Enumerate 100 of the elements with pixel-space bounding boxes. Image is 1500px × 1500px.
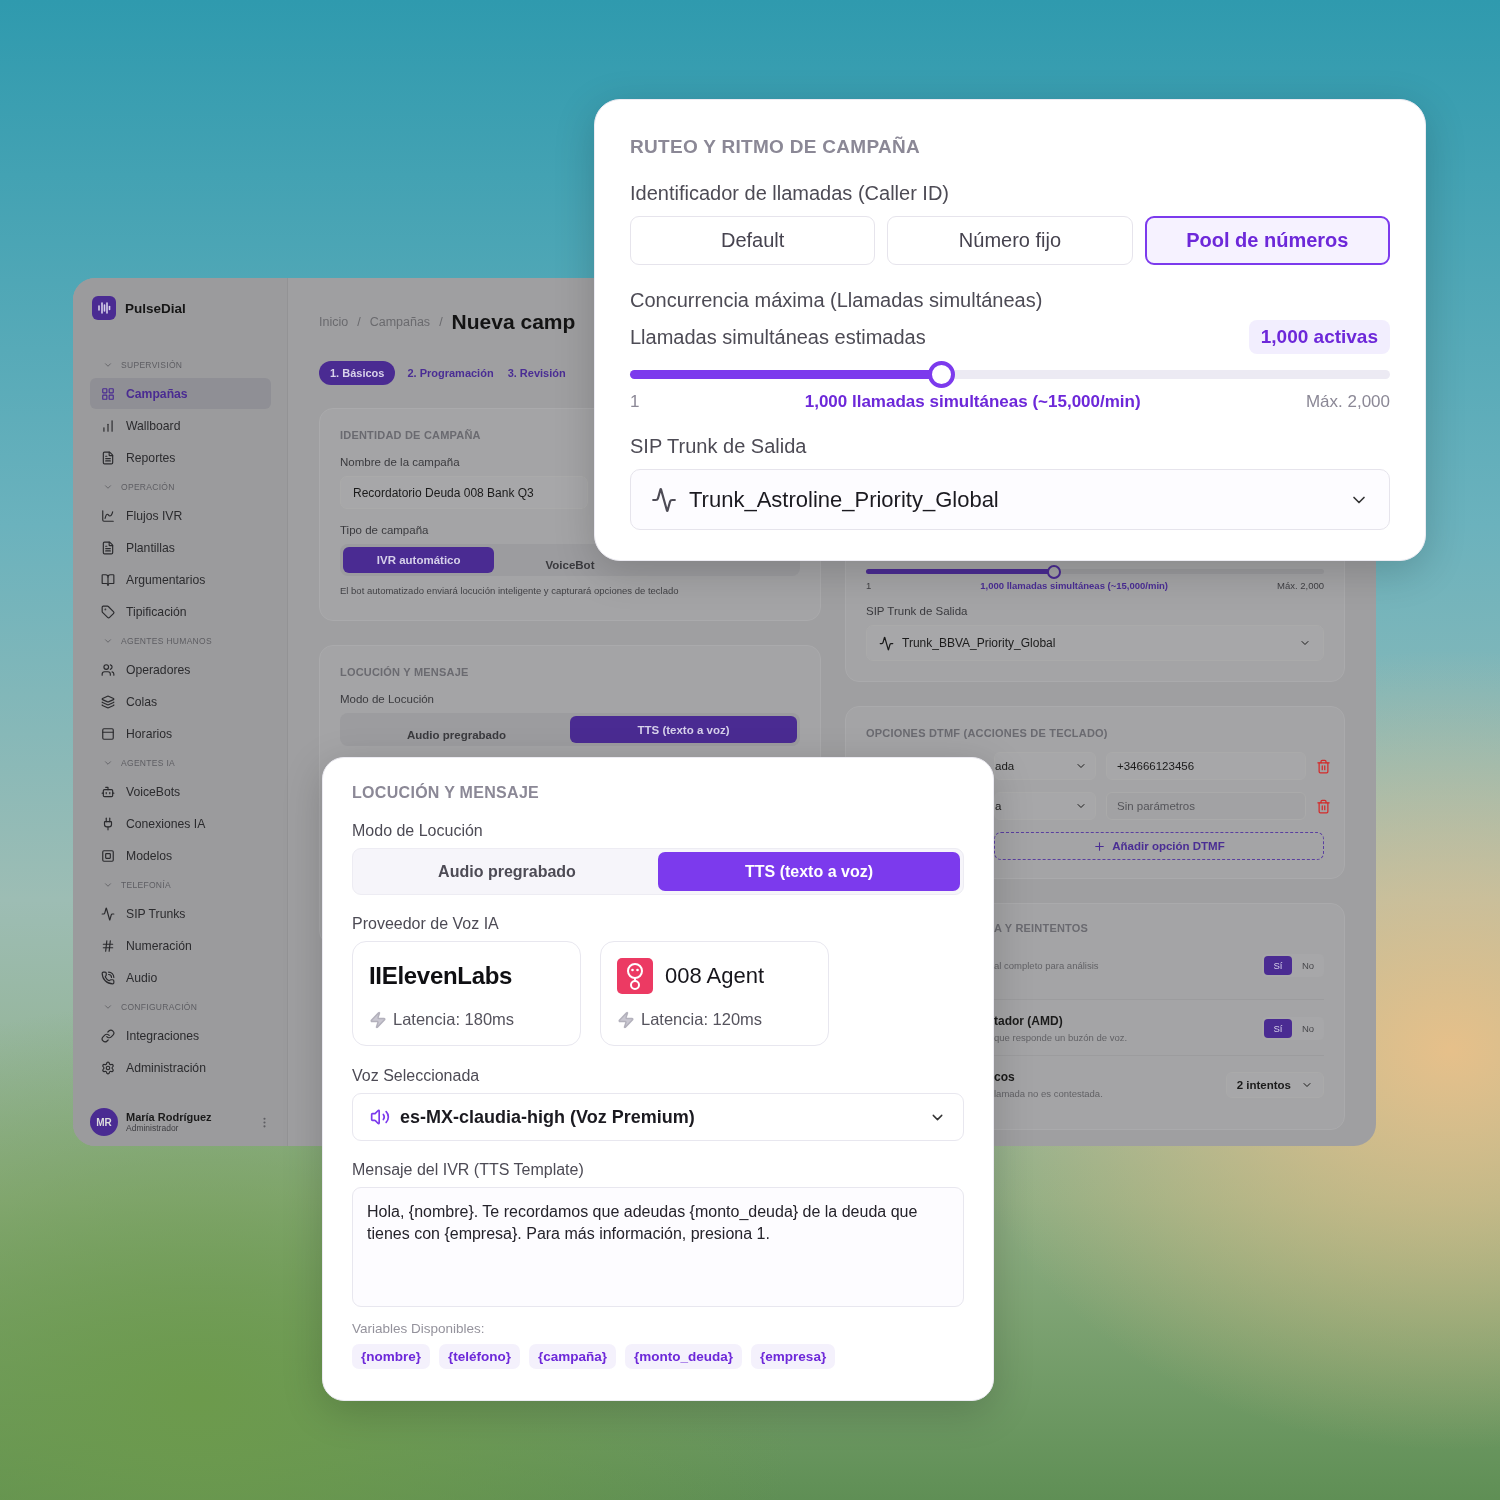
user-name: María Rodríguez — [126, 1111, 213, 1123]
robot-icon — [617, 958, 653, 994]
sidebar-item[interactable]: Wallboard — [90, 410, 271, 441]
locution-mode-option[interactable]: TTS (texto a voz) — [570, 716, 797, 743]
lightning-icon — [369, 1010, 387, 1029]
user-avatar: MR — [90, 1108, 118, 1136]
sidebar-item[interactable]: Colas — [90, 686, 271, 717]
provider-name: IIElevenLabs — [369, 962, 513, 990]
sidebar-item[interactable]: Integraciones — [90, 1020, 271, 1051]
step-tab[interactable]: 2. Programación — [405, 361, 496, 385]
provider-name: 008 Agent — [665, 963, 765, 989]
add-dtmf-button[interactable]: Añadir opción DTMF — [994, 832, 1324, 860]
campaign-type-option[interactable]: IVR automático — [343, 547, 495, 573]
provider-card[interactable]: 008 Agent Latencia: 120ms — [600, 941, 829, 1046]
chip-icon — [101, 848, 115, 863]
toggle-option[interactable]: Sí — [1264, 956, 1292, 975]
app-name: PulseDial — [125, 300, 186, 316]
variable-tag[interactable]: {monto_deuda} — [625, 1344, 743, 1369]
bar-chart-icon — [101, 418, 115, 433]
setting-title: cos — [994, 1070, 1016, 1084]
section-title: LOCUCIÓN Y MENSAJE — [340, 666, 470, 678]
sidebar-item[interactable]: SIP Trunks — [90, 898, 271, 929]
slider-thumb[interactable] — [928, 361, 956, 388]
trunk-select[interactable]: Trunk_Astroline_Priority_Global — [630, 469, 1390, 530]
delete-icon[interactable] — [1316, 798, 1331, 814]
users-icon — [101, 662, 115, 677]
caller-id-option[interactable]: Número fijo — [887, 216, 1133, 265]
slider-max-label: Máx. 2,000 — [1305, 392, 1390, 412]
lightning-icon — [617, 1010, 635, 1029]
sidebar-item[interactable]: Flujos IVR — [90, 500, 271, 531]
breadcrumb-separator: / — [439, 315, 443, 329]
field-label: Modo de Locución — [352, 822, 484, 840]
field-label: SIP Trunk de Salida — [866, 605, 969, 617]
sidebar-item[interactable]: Reportes — [90, 442, 271, 473]
speaker-icon — [370, 1107, 390, 1127]
message-field[interactable]: Hola, {nombre}. Te recordamos que adeudas {monto_deuda} de la deuda que tienes con {empresa}. Para más información, presiona 1. — [352, 1187, 964, 1307]
voice-select[interactable]: es-MX-claudia-high (Voz Premium) — [352, 1093, 964, 1141]
sidebar-item[interactable]: VoiceBots — [90, 776, 271, 807]
field-label: Nombre de la campaña — [340, 456, 461, 468]
campaign-type-option[interactable]: VoiceBot — [545, 559, 595, 571]
caller-id-option[interactable]: Pool de números — [1144, 216, 1390, 265]
hint-text: El bot automatizado enviará locución inteligente y capturará opciones de teclado — [340, 585, 680, 596]
trunk-select[interactable]: Trunk_BBVA_Priority_Global — [866, 625, 1324, 661]
link-icon — [101, 1028, 115, 1043]
sidebar-item[interactable]: Modelos — [90, 840, 271, 871]
sidebar-item[interactable]: Argumentarios — [90, 564, 271, 595]
caller-id-option[interactable]: Default — [630, 216, 876, 265]
variable-tag[interactable]: {teléfono} — [439, 1344, 521, 1369]
sidebar-item[interactable]: Audio — [90, 962, 271, 993]
hash-icon — [101, 938, 115, 953]
section-title: LOCUCIÓN Y MENSAJE — [352, 784, 541, 802]
field-label: Modo de Locución — [340, 693, 435, 705]
robot-icon — [101, 784, 115, 799]
dtmf-action-select[interactable]: ada — [994, 752, 1096, 780]
plug-icon — [101, 816, 115, 831]
field-label: Tipo de campaña — [340, 524, 430, 536]
campaign-name-field[interactable]: Recordatorio Deuda 008 Bank Q3 — [340, 476, 588, 509]
latency-text: Latencia: 180ms — [393, 1010, 515, 1029]
variable-tag[interactable]: {campaña} — [529, 1344, 617, 1369]
app-logo-icon — [92, 296, 116, 320]
toggle-option[interactable]: No — [1294, 956, 1322, 975]
phone-icon — [101, 970, 115, 985]
slider-min-label: 1 — [866, 580, 872, 591]
section-title: OPCIONES DTMF (ACCIONES DE TECLADO) — [866, 727, 1109, 739]
sidebar-item[interactable]: Administración — [90, 1052, 271, 1083]
sidebar-item[interactable]: Tipificación — [90, 596, 271, 627]
provider-card[interactable]: IIElevenLabs Latencia: 180ms — [352, 941, 581, 1046]
variable-tag[interactable]: {empresa} — [751, 1344, 836, 1369]
slider-reading: 1,000 llamadas simultáneas (~15,000/min) — [803, 392, 1142, 412]
field-label: Proveedor de Voz IA — [352, 915, 500, 933]
dtmf-value-field[interactable]: +34666123456 — [1106, 752, 1306, 780]
plus-icon — [1093, 839, 1107, 853]
dtmf-value-field[interactable]: Sin parámetros — [1106, 792, 1306, 820]
sidebar-item[interactable]: Plantillas — [90, 532, 271, 563]
field-label: Mensaje del IVR (TTS Template) — [352, 1161, 585, 1179]
locution-mode-option[interactable]: TTS (texto a voz) — [658, 852, 960, 891]
settings-icon — [101, 1060, 115, 1075]
dtmf-action-select[interactable]: a — [994, 792, 1096, 820]
slider-thumb[interactable] — [1046, 564, 1061, 579]
sidebar-item[interactable]: Operadores — [90, 654, 271, 685]
tag-icon — [101, 604, 115, 619]
locution-mode-option[interactable]: Audio pregrabado — [407, 728, 506, 741]
window-icon — [101, 726, 115, 741]
step-tab[interactable]: 3. Revisión — [505, 361, 568, 385]
sidebar-item[interactable]: Conexiones IA — [90, 808, 271, 839]
sidebar-item[interactable]: Numeración — [90, 930, 271, 961]
chart-icon — [101, 508, 115, 523]
sidebar-item[interactable]: Campañas — [90, 378, 271, 409]
toggle-option[interactable]: Sí — [1264, 1019, 1292, 1038]
sidebar-item[interactable]: Horarios — [90, 718, 271, 749]
toggle-option[interactable]: No — [1294, 1019, 1322, 1038]
locution-mode-option[interactable]: Audio pregrabado — [356, 852, 658, 891]
latency-text: Latencia: 120ms — [641, 1010, 763, 1029]
field-label: SIP Trunk de Salida — [630, 435, 808, 458]
attempts-select[interactable]: 2 intentos — [1225, 1071, 1324, 1098]
step-tab[interactable]: 1. Básicos — [319, 361, 396, 385]
variable-tag[interactable]: {nombre} — [352, 1344, 430, 1369]
pulse-icon — [879, 635, 894, 651]
variables-label: Variables Disponibles: — [352, 1321, 486, 1336]
delete-icon[interactable] — [1316, 758, 1331, 774]
